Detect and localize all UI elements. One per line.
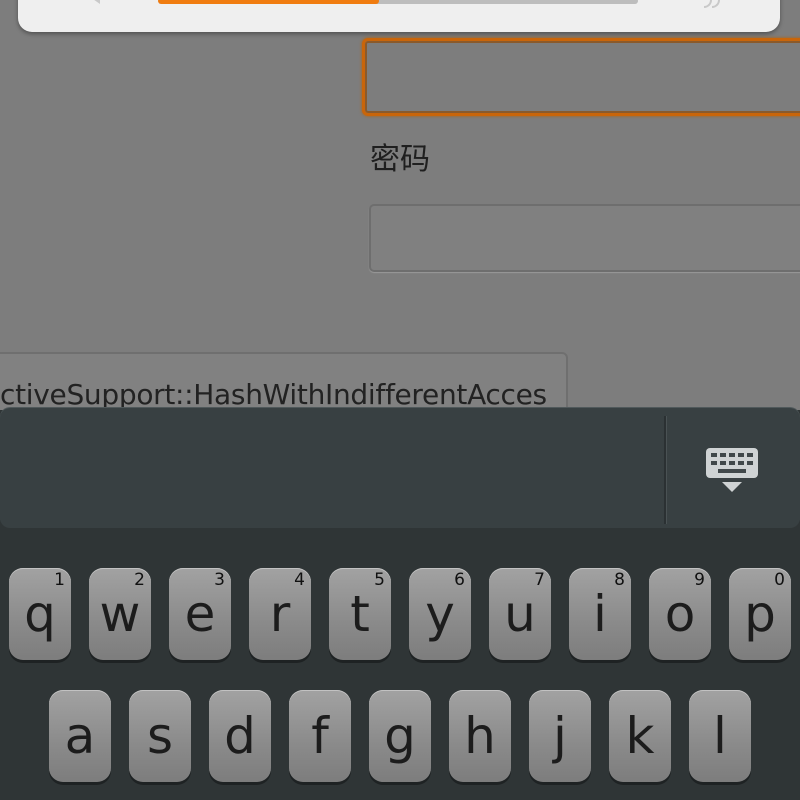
key-r[interactable]: r4: [249, 568, 311, 660]
page-load-progress: [158, 0, 638, 4]
keyboard-icon: [706, 448, 758, 478]
key-d[interactable]: d: [209, 690, 271, 782]
key-u[interactable]: u7: [489, 568, 551, 660]
key-digit: 6: [454, 570, 465, 590]
key-p[interactable]: p0: [729, 568, 791, 660]
key-l[interactable]: l: [689, 690, 751, 782]
key-letter: s: [146, 707, 174, 765]
chevron-down-icon: [722, 482, 742, 492]
candidate-list[interactable]: [0, 408, 664, 526]
hide-keyboard-button[interactable]: [700, 444, 764, 498]
back-arrow-icon[interactable]: [90, 0, 100, 4]
key-letter: i: [593, 585, 607, 643]
key-o[interactable]: o9: [649, 568, 711, 660]
key-i[interactable]: i8: [569, 568, 631, 660]
key-letter: g: [384, 707, 416, 765]
key-letter: w: [99, 585, 141, 643]
key-y[interactable]: y6: [409, 568, 471, 660]
key-k[interactable]: k: [609, 690, 671, 782]
password-label: 密码: [370, 142, 430, 177]
key-t[interactable]: t5: [329, 568, 391, 660]
key-letter: j: [553, 707, 567, 765]
key-letter: u: [504, 585, 536, 643]
forward-icon[interactable]: [704, 0, 724, 8]
key-digit: 9: [694, 570, 705, 590]
top-toolbar: [18, 0, 780, 32]
username-input[interactable]: [362, 38, 800, 116]
key-j[interactable]: j: [529, 690, 591, 782]
key-digit: 7: [534, 570, 545, 590]
key-digit: 3: [214, 570, 225, 590]
key-digit: 0: [774, 570, 785, 590]
login-form-background: 密码 ctiveSupport::HashWithIndifferentAcce…: [0, 0, 800, 410]
key-e[interactable]: e3: [169, 568, 231, 660]
key-digit: 8: [614, 570, 625, 590]
key-w[interactable]: w2: [89, 568, 151, 660]
key-letter: o: [664, 585, 696, 643]
autocomplete-suggestion-text: ctiveSupport::HashWithIndifferentAcces: [0, 378, 547, 410]
key-letter: e: [184, 585, 216, 643]
key-letter: k: [625, 707, 655, 765]
key-letter: y: [425, 585, 455, 643]
key-digit: 2: [134, 570, 145, 590]
key-a[interactable]: a: [49, 690, 111, 782]
key-letter: p: [744, 585, 776, 643]
key-digit: 4: [294, 570, 305, 590]
progress-fill: [158, 0, 379, 4]
soft-keyboard: q1w2e3r4t5y6u7i8o9p0 asdfghjkl: [0, 528, 800, 800]
key-letter: r: [269, 585, 291, 643]
key-letter: a: [64, 707, 96, 765]
ime-candidate-bar: [0, 408, 800, 528]
key-letter: l: [713, 707, 727, 765]
key-q[interactable]: q1: [9, 568, 71, 660]
key-g[interactable]: g: [369, 690, 431, 782]
password-input[interactable]: [369, 204, 800, 272]
key-letter: f: [311, 707, 329, 765]
key-letter: q: [24, 585, 56, 643]
key-s[interactable]: s: [129, 690, 191, 782]
key-f[interactable]: f: [289, 690, 351, 782]
key-digit: 1: [54, 570, 65, 590]
key-letter: t: [350, 585, 370, 643]
key-h[interactable]: h: [449, 690, 511, 782]
key-letter: d: [224, 707, 256, 765]
candidate-divider: [664, 416, 666, 524]
key-digit: 5: [374, 570, 385, 590]
key-letter: h: [464, 707, 496, 765]
